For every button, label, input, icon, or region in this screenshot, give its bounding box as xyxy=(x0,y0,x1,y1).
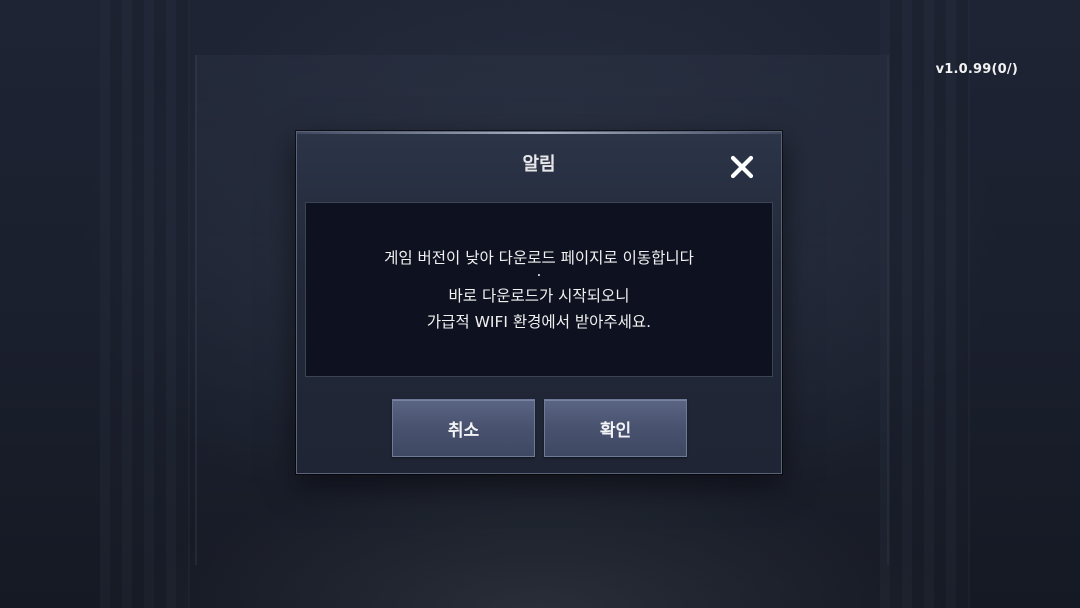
message-box: 게임 버전이 낮아 다운로드 페이지로 이동합니다 . 바로 다운로드가 시작되… xyxy=(305,202,773,377)
message-line: 바로 다운로드가 시작되오니 xyxy=(448,286,630,305)
message-line: 가급적 WIFI 환경에서 받아주세요. xyxy=(426,312,652,331)
message-line: . xyxy=(536,261,542,280)
cancel-button[interactable]: 취소 xyxy=(392,399,535,457)
close-icon xyxy=(730,155,754,179)
confirm-button[interactable]: 확인 xyxy=(544,399,687,457)
notice-dialog: 알림 게임 버전이 낮아 다운로드 페이지로 이동합니다 . 바로 다운로드가 … xyxy=(296,131,782,474)
version-label: v1.0.99(0/) xyxy=(935,62,1018,77)
game-background: v1.0.99(0/) 알림 게임 버전이 낮아 다운로드 페이지로 이동합니다… xyxy=(0,0,1080,608)
background-crowd xyxy=(130,470,950,608)
dialog-title: 알림 xyxy=(522,154,556,175)
close-button[interactable] xyxy=(729,154,755,180)
